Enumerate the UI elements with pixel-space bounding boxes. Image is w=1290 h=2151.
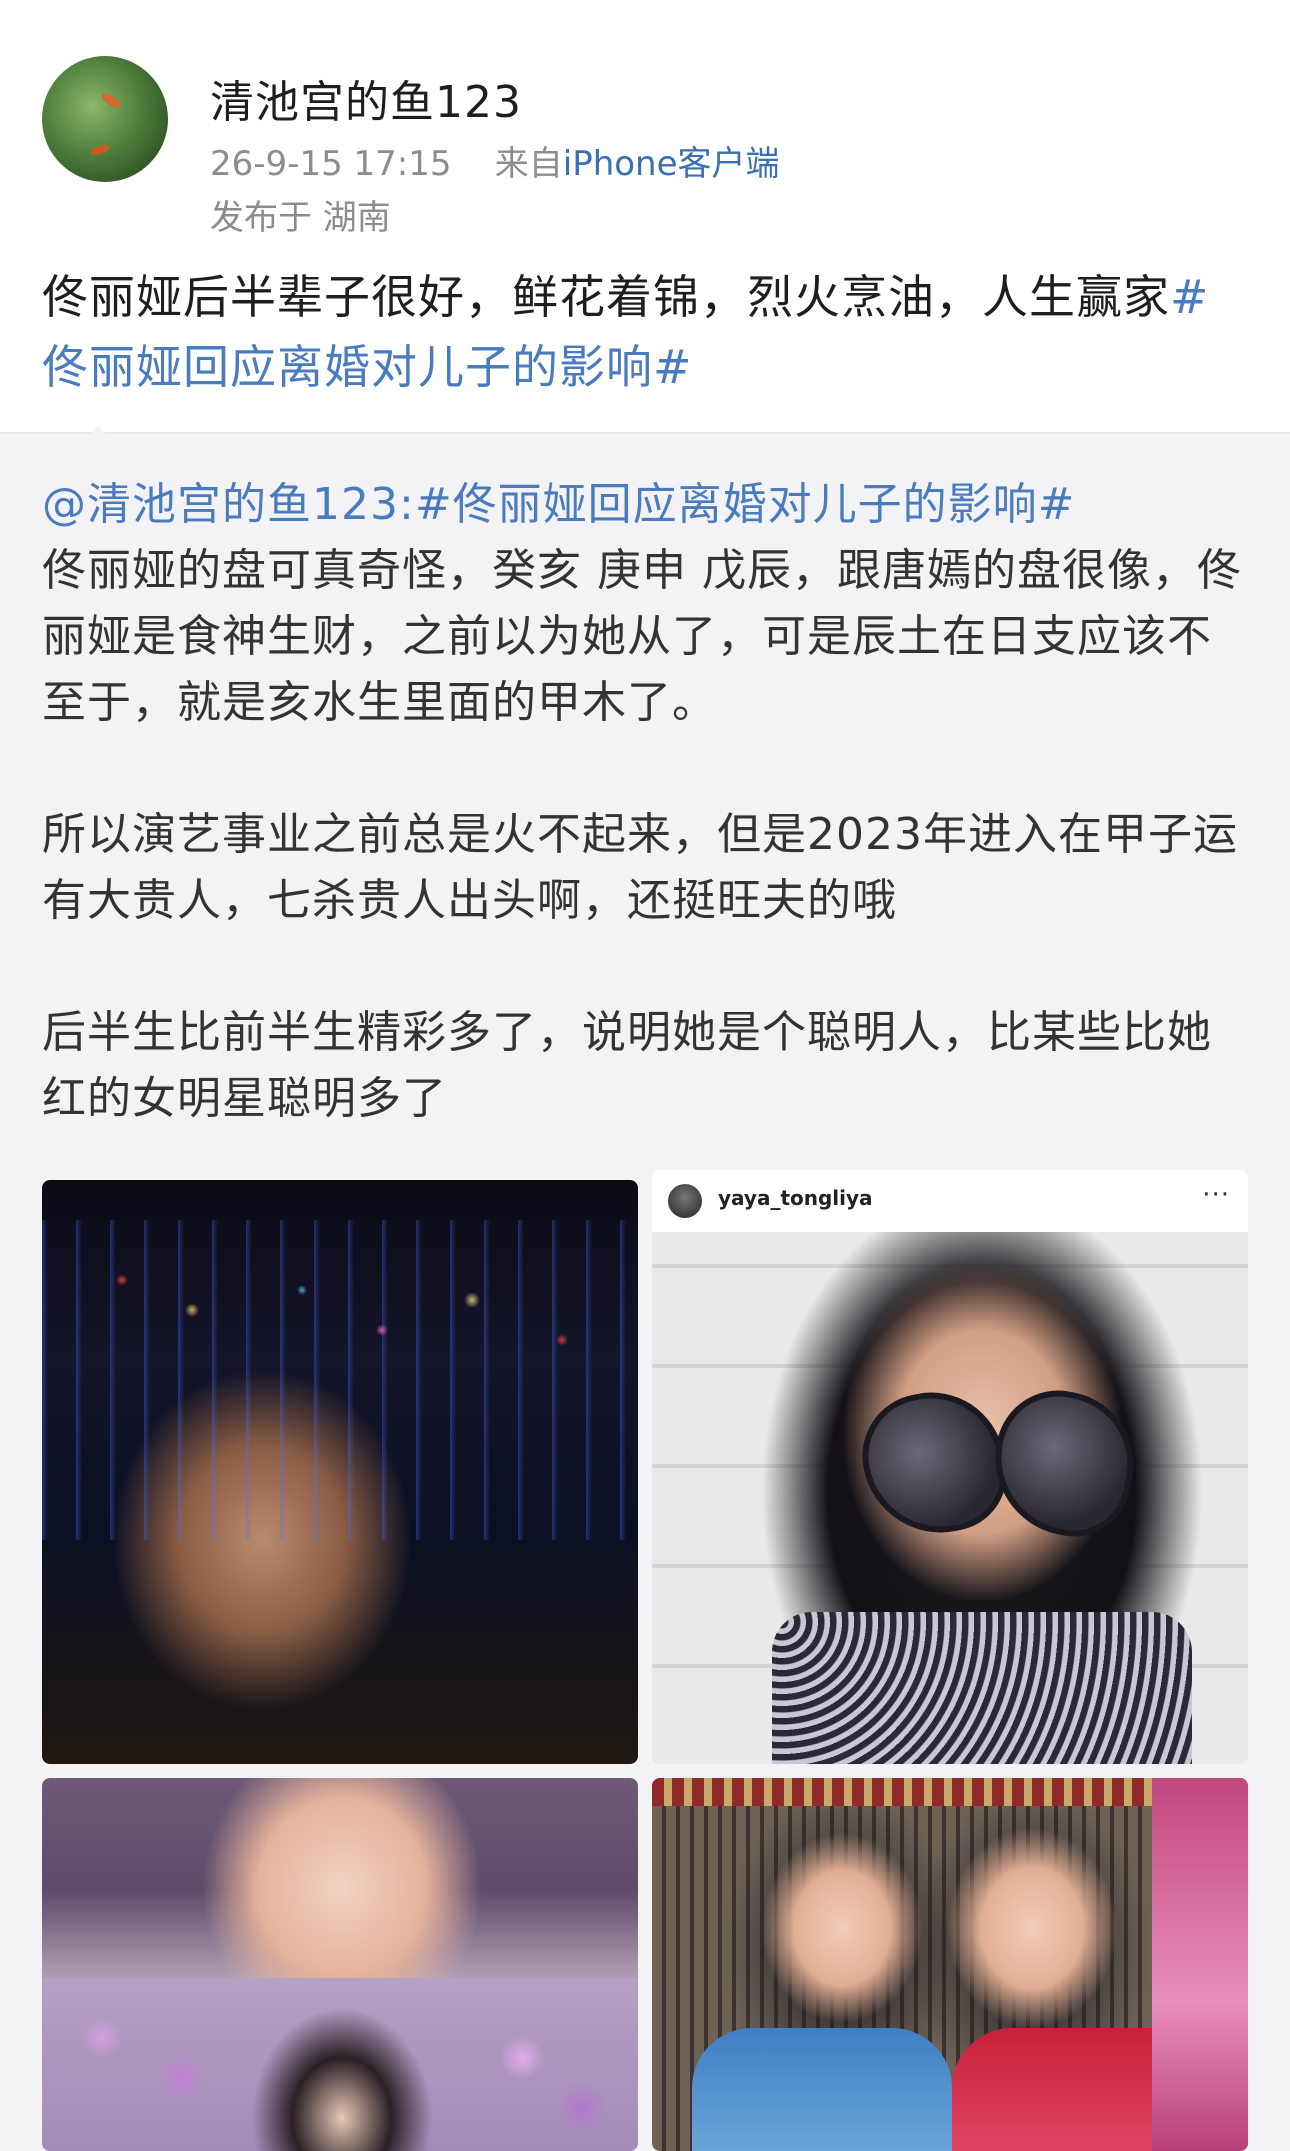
city-lights-reflection	[42, 1220, 638, 1540]
quoted-paragraph-1: 佟丽娅的盘可真奇怪，癸亥 庚申 戊辰，跟唐嫣的盘很像，佟丽娅是食神生财，之前以为…	[42, 545, 1242, 728]
post-header-section: 清池宫的鱼123 26-9-15 17:15 来自iPhone客户端 发布于 湖…	[0, 0, 1290, 432]
photo-costume-portrait-collage[interactable]	[42, 1778, 638, 2151]
instagram-username: yaya_tongliya	[718, 1186, 873, 1210]
post-time: 26-9-15 17:15	[210, 144, 452, 184]
quoted-post[interactable]: @清池宫的鱼123:#佟丽娅回应离婚对儿子的影响# 佟丽娅的盘可真奇怪，癸亥 庚…	[42, 472, 1252, 1132]
post-text: 佟丽娅后半辈子很好，鲜花着锦，烈火烹油，人生赢家#佟丽娅回应离婚对儿子的影响#	[42, 262, 1242, 402]
butterfly-sunglasses	[850, 1378, 1148, 1548]
quoted-paragraph-3: 后半生比前半生精彩多了，说明她是个聪明人，比某些比她红的女明星聪明多了	[42, 1007, 1212, 1124]
quoted-author-mention[interactable]: @清池宫的鱼123:	[42, 479, 415, 530]
lace-dress	[772, 1612, 1192, 1764]
author-avatar[interactable]	[42, 56, 168, 182]
photo-instagram-butterfly-glasses[interactable]: yaya_tongliya ···	[652, 1170, 1248, 1764]
photo-two-women-costume[interactable]	[652, 1778, 1248, 2151]
post-meta: 26-9-15 17:15 来自iPhone客户端	[210, 136, 780, 185]
flower-costume-band	[42, 1978, 638, 2151]
weibo-post-page: 清池宫的鱼123 26-9-15 17:15 来自iPhone客户端 发布于 湖…	[0, 0, 1290, 2151]
post-source-client[interactable]: iPhone客户端	[563, 144, 780, 184]
post-source-prefix: 来自	[494, 144, 563, 184]
quote-pointer	[76, 426, 120, 448]
blue-robe	[692, 2028, 952, 2151]
more-options-icon: ···	[1202, 1180, 1230, 1210]
instagram-photo	[652, 1232, 1248, 1764]
instagram-avatar	[668, 1184, 702, 1218]
quoted-first-paragraph: @清池宫的鱼123:#佟丽娅回应离婚对儿子的影响# 佟丽娅的盘可真奇怪，癸亥 庚…	[42, 472, 1252, 736]
divider	[0, 432, 1290, 434]
quoted-paragraph-2: 所以演艺事业之前总是火不起来，但是2023年进入在甲子运有大贵人，七杀贵人出头啊…	[42, 809, 1238, 926]
photo-night-city-portrait[interactable]	[42, 1180, 638, 1764]
quoted-hashtag[interactable]: #佟丽娅回应离婚对儿子的影响#	[415, 479, 1076, 530]
instagram-header: yaya_tongliya ···	[652, 1170, 1248, 1232]
post-location: 发布于 湖南	[210, 198, 391, 238]
post-body: 佟丽娅后半辈子很好，鲜花着锦，烈火烹油，人生赢家	[42, 270, 1170, 324]
pink-robe	[1152, 1778, 1248, 2151]
author-name[interactable]: 清池宫的鱼123	[210, 66, 522, 130]
